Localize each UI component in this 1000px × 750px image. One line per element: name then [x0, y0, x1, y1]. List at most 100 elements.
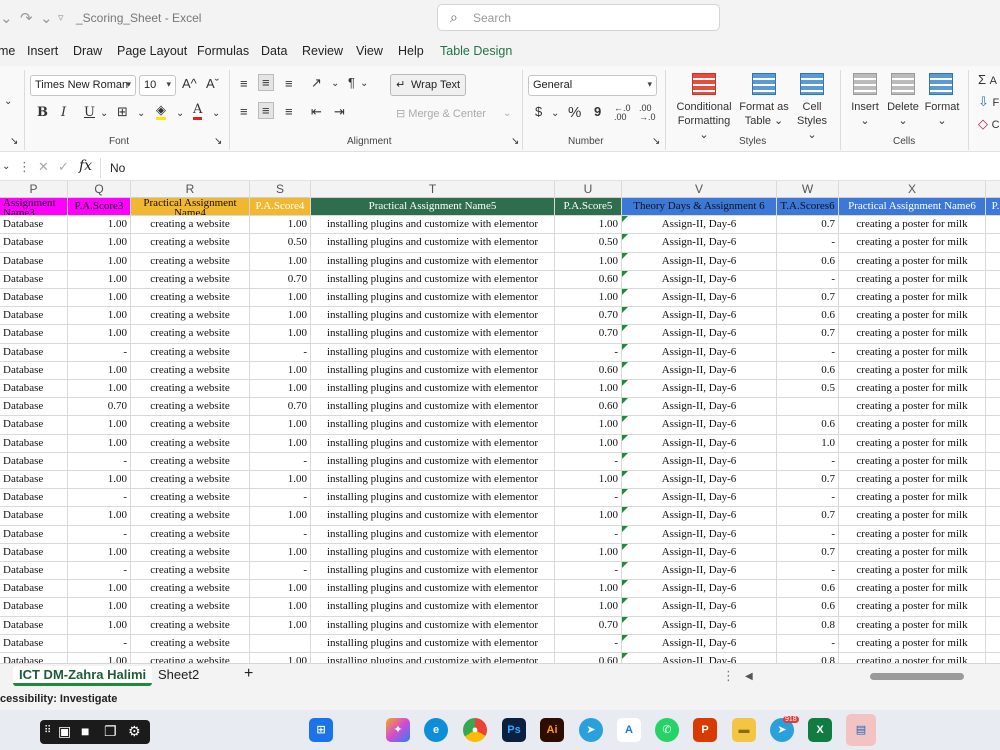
table-cell[interactable]: Assign-II, Day-6	[622, 252, 777, 271]
table-cell[interactable]: -	[68, 343, 131, 362]
table-header-cell[interactable]: T.A.Scores6	[777, 198, 839, 216]
gear-icon[interactable]: ⚙	[128, 723, 141, 740]
table-cell[interactable]	[986, 544, 1000, 562]
more-options-icon[interactable]: ⋮	[18, 159, 31, 175]
table-cell[interactable]: creating a website	[131, 398, 250, 417]
table-cell[interactable]: 0.6	[777, 307, 839, 326]
increase-decimal-icon[interactable]: ←.0 .00	[614, 104, 632, 122]
table-cell[interactable]: creating a poster for milk	[839, 289, 986, 308]
table-cell[interactable]: 1.00	[68, 234, 131, 253]
comma-button[interactable]: 9	[594, 104, 601, 119]
table-cell[interactable]: 0.50	[250, 234, 311, 253]
table-cell[interactable]: 0.6	[777, 598, 839, 617]
table-cell[interactable]: Assign-II, Day-6	[622, 562, 777, 581]
table-cell[interactable]: 0.60	[555, 361, 622, 380]
table-cell[interactable]: Assign-II, Day-6	[622, 580, 777, 599]
table-cell[interactable]: -	[68, 489, 131, 508]
table-cell[interactable]: 0.70	[555, 616, 622, 635]
table-cell[interactable]	[986, 598, 1000, 617]
table-cell[interactable]	[986, 526, 1000, 544]
table-cell[interactable]: Database	[0, 543, 68, 562]
table-cell[interactable]: 1.00	[250, 416, 311, 435]
table-cell[interactable]: 0.8	[777, 616, 839, 635]
chevron-down-icon[interactable]: ⌄	[100, 108, 108, 119]
table-cell[interactable]: Database	[0, 489, 68, 508]
notepad-icon[interactable]: ▤	[846, 714, 876, 746]
table-cell[interactable]	[986, 216, 1000, 235]
table-cell[interactable]: installing plugins and customize with el…	[311, 307, 555, 326]
percent-button[interactable]: %	[568, 104, 581, 121]
table-cell[interactable]: Database	[0, 525, 68, 544]
cell-styles-button[interactable]: Cell Styles ⌄	[792, 100, 832, 142]
table-cell[interactable]: creating a website	[131, 252, 250, 271]
table-cell[interactable]: 1.00	[250, 653, 311, 663]
table-cell[interactable]: -	[555, 489, 622, 508]
chevron-down-icon[interactable]: ⌄	[503, 108, 511, 119]
table-cell[interactable]: 1.00	[68, 580, 131, 599]
dialog-launcher-icon[interactable]: ↘	[511, 136, 519, 147]
delete-cells-button[interactable]: Delete ⌄	[884, 100, 922, 128]
table-cell[interactable]: -	[555, 452, 622, 471]
table-cell[interactable]	[986, 307, 1000, 326]
table-cell[interactable]: -	[777, 234, 839, 253]
align-right-icon[interactable]: ≡	[285, 104, 293, 119]
table-cell[interactable]	[986, 562, 1000, 581]
illustrator-icon[interactable]: Ai	[540, 718, 564, 742]
table-cell[interactable]	[986, 362, 1000, 380]
table-header-cell[interactable]: Theory Days & Assignment 6	[622, 198, 777, 216]
table-cell[interactable]: Assign-II, Day-6	[622, 634, 777, 653]
table-cell[interactable]: Assign-II, Day-6	[622, 234, 777, 253]
table-cell[interactable]: Assign-II, Day-6	[622, 489, 777, 508]
table-cell[interactable]: 1.00	[250, 598, 311, 617]
table-cell[interactable]: Assign-II, Day-6	[622, 507, 777, 526]
table-cell[interactable]: creating a website	[131, 307, 250, 326]
table-cell[interactable]: -	[250, 525, 311, 544]
table-cell[interactable]: Database	[0, 398, 68, 417]
table-cell[interactable]: 1.00	[68, 471, 131, 490]
table-cell[interactable]: creating a website	[131, 416, 250, 435]
table-cell[interactable]: Database	[0, 616, 68, 635]
table-cell[interactable]: creating a poster for milk	[839, 343, 986, 362]
column-header[interactable]: S	[250, 181, 311, 198]
add-sheet-button[interactable]: +	[238, 664, 259, 684]
tab-data[interactable]: Data	[261, 44, 287, 58]
tab-formulas[interactable]: Formulas	[197, 44, 249, 58]
table-cell[interactable]: 1.00	[68, 216, 131, 235]
table-cell[interactable]: 1.00	[555, 289, 622, 308]
table-cell[interactable]: installing plugins and customize with el…	[311, 616, 555, 635]
table-cell[interactable]: Assign-II, Day-6	[622, 325, 777, 344]
table-cell[interactable]: 0.60	[555, 653, 622, 663]
table-cell[interactable]: Assign-II, Day-6	[622, 471, 777, 490]
powerpoint-icon[interactable]: P	[693, 718, 717, 742]
table-cell[interactable]: Database	[0, 361, 68, 380]
table-cell[interactable]: creating a website	[131, 234, 250, 253]
excel-icon[interactable]: X	[808, 718, 832, 742]
table-cell[interactable]: creating a poster for milk	[839, 452, 986, 471]
table-cell[interactable]	[986, 380, 1000, 399]
table-cell[interactable]: 1.00	[250, 325, 311, 344]
name-box-dropdown-icon[interactable]: ⌄	[2, 161, 10, 172]
table-cell[interactable]: creating a poster for milk	[839, 489, 986, 508]
table-cell[interactable]	[986, 489, 1000, 508]
table-cell[interactable]: creating a poster for milk	[839, 471, 986, 490]
table-cell[interactable]: Assign-II, Day-6	[622, 380, 777, 399]
table-cell[interactable]: 1.00	[68, 307, 131, 326]
borders-icon[interactable]: ⊞	[117, 104, 128, 120]
table-cell[interactable]: 0.6	[777, 580, 839, 599]
table-cell[interactable]: 1.00	[68, 252, 131, 271]
tab-help[interactable]: Help	[398, 44, 424, 58]
insert-cells-button[interactable]: Insert ⌄	[846, 100, 884, 128]
table-cell[interactable]: -	[777, 489, 839, 508]
wrap-text-button[interactable]: ↵ Wrap Text	[390, 74, 466, 96]
table-cell[interactable]: creating a poster for milk	[839, 398, 986, 417]
table-cell[interactable]: creating a website	[131, 562, 250, 581]
table-cell[interactable]: creating a poster for milk	[839, 507, 986, 526]
translator-icon[interactable]: A	[617, 718, 641, 742]
chevron-down-icon[interactable]: ⌄	[360, 78, 368, 89]
table-cell[interactable]: 1.00	[555, 507, 622, 526]
table-cell[interactable]: -	[250, 452, 311, 471]
table-cell[interactable]: Assign-II, Day-6	[622, 616, 777, 635]
table-cell[interactable]: 0.70	[68, 398, 131, 417]
table-cell[interactable]: Assign-II, Day-6	[622, 398, 777, 417]
table-cell[interactable]: 1.00	[250, 380, 311, 399]
